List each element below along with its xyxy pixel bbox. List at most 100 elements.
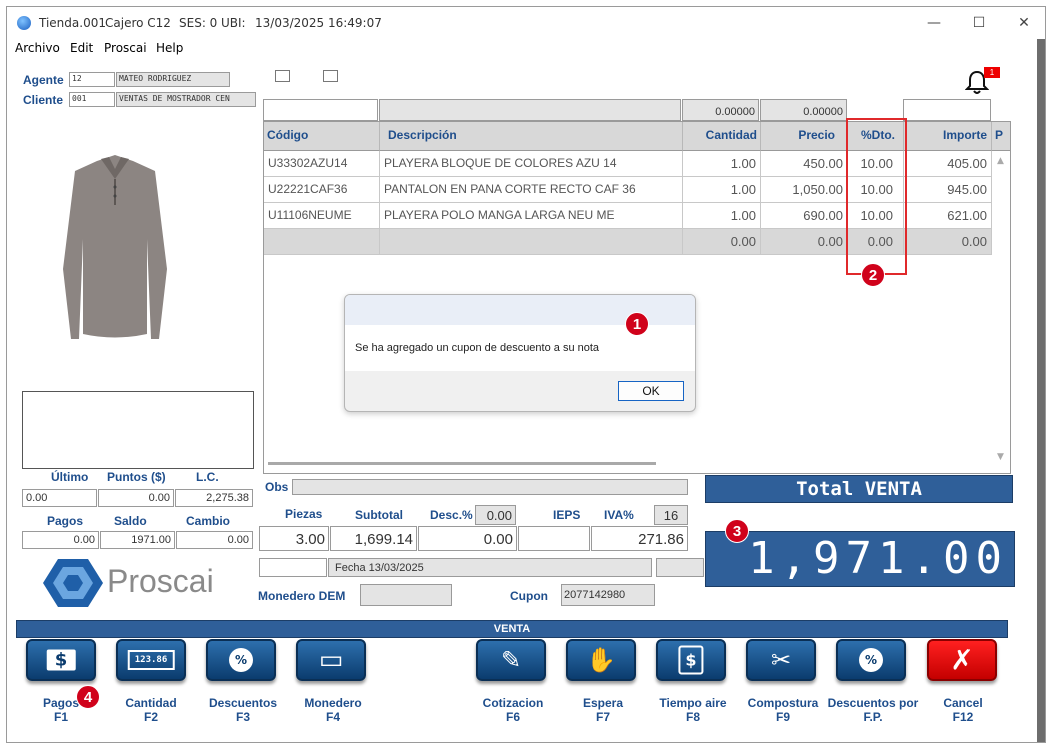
- row3-amount[interactable]: 621.00: [904, 203, 992, 229]
- cancel-label-f12[interactable]: Cancel F12: [913, 696, 1013, 724]
- menu-archivo[interactable]: Archivo: [15, 41, 60, 55]
- grid-horizontal-scrollbar[interactable]: [268, 462, 656, 465]
- row3-code[interactable]: U11106NEUME: [264, 203, 380, 229]
- espera-key: F7: [595, 710, 610, 724]
- row1-price[interactable]: 450.00: [761, 151, 848, 177]
- fecha-extra-field: [656, 558, 704, 577]
- iva-label: IVA%: [604, 508, 634, 522]
- cantidad-key: F2: [143, 710, 158, 724]
- descuentos-fp-label[interactable]: Descuentos por F.P.: [823, 696, 923, 724]
- annotation-badge-3: 3: [725, 519, 749, 543]
- subtotal-value: 1,699.14: [330, 526, 417, 551]
- monedero-button[interactable]: ▭: [296, 639, 366, 681]
- col-codigo[interactable]: Código: [264, 122, 380, 151]
- tiempo-aire-button[interactable]: $: [656, 639, 726, 681]
- cotizacion-button[interactable]: ✎: [476, 639, 546, 681]
- close-icon[interactable]: ✕: [1006, 12, 1042, 34]
- cantidad-label-f2[interactable]: Cantidad F2: [101, 696, 201, 724]
- col-precio[interactable]: Precio: [761, 122, 848, 151]
- new-row-code[interactable]: [264, 229, 380, 255]
- minimize-icon[interactable]: —: [916, 12, 952, 34]
- price-total-field: 0.00000: [760, 99, 847, 121]
- option-checkbox-2[interactable]: [323, 70, 338, 82]
- filter-code-field[interactable]: [263, 99, 378, 121]
- proscai-logo-icon: [43, 557, 103, 609]
- customer-info-box: [22, 391, 254, 469]
- window-scrollbar[interactable]: [1037, 39, 1045, 742]
- annotation-badge-2: 2: [861, 263, 885, 287]
- obs-field[interactable]: [292, 479, 688, 495]
- menu-bar: Archivo Edit Proscai Help: [7, 39, 1037, 59]
- compostura-name: Compostura: [747, 696, 819, 710]
- descuentos-label-f3[interactable]: Descuentos F3: [193, 696, 293, 724]
- compostura-button[interactable]: ✂: [746, 639, 816, 681]
- tiempo-aire-label-f8[interactable]: Tiempo aire F8: [643, 696, 743, 724]
- row3-qty[interactable]: 1.00: [683, 203, 761, 229]
- row2-qty[interactable]: 1.00: [683, 177, 761, 203]
- row3-price[interactable]: 690.00: [761, 203, 848, 229]
- col-p[interactable]: P: [992, 122, 1010, 151]
- new-row-amount[interactable]: 0.00: [904, 229, 992, 255]
- discount-column-highlight: [846, 118, 907, 275]
- coupon-message-dialog: Se ha agregado un cupon de descuento a s…: [344, 294, 696, 412]
- cancel-button[interactable]: ✗: [927, 639, 997, 681]
- compostura-label-f9[interactable]: Compostura F9: [733, 696, 833, 724]
- desc-pct-field[interactable]: 0.00: [475, 505, 516, 525]
- client-code-field[interactable]: 001: [69, 92, 115, 107]
- new-row-desc[interactable]: [380, 229, 683, 255]
- grid-vertical-scrollbar[interactable]: ▲ ▼: [995, 156, 1009, 466]
- cantidad-name: Cantidad: [125, 696, 177, 710]
- scissors-icon: ✂: [770, 646, 792, 674]
- row1-qty[interactable]: 1.00: [683, 151, 761, 177]
- dialog-ok-button[interactable]: OK: [618, 381, 684, 401]
- lc-label: L.C.: [196, 470, 219, 484]
- row1-amount[interactable]: 405.00: [904, 151, 992, 177]
- monedero-field[interactable]: [360, 584, 452, 606]
- iva-amount-value: 271.86: [591, 526, 688, 551]
- agent-code-field[interactable]: 12: [69, 72, 115, 87]
- client-label: Cliente: [23, 93, 64, 107]
- col-importe[interactable]: Importe: [904, 122, 992, 151]
- descuentos-fp-button[interactable]: %: [836, 639, 906, 681]
- menu-edit[interactable]: Edit: [70, 41, 93, 55]
- row1-code[interactable]: U33302AZU14: [264, 151, 380, 177]
- new-row-qty[interactable]: 0.00: [683, 229, 761, 255]
- row1-desc[interactable]: PLAYERA BLOQUE DE COLORES AZU 14: [380, 151, 683, 177]
- option-checkbox-1[interactable]: [275, 70, 290, 82]
- maximize-icon[interactable]: ☐: [961, 12, 997, 34]
- calculator-icon: 123.86: [127, 650, 175, 670]
- row2-desc[interactable]: PANTALON EN PANA CORTE RECTO CAF 36: [380, 177, 683, 203]
- notification-bell-icon[interactable]: 1: [964, 67, 1000, 95]
- store-title: Tienda.001: [39, 16, 106, 30]
- saldo-label: Saldo: [114, 514, 147, 528]
- datetime-title: 13/03/2025 16:49:07: [255, 16, 382, 30]
- cotizacion-label-f6[interactable]: Cotizacion F6: [463, 696, 563, 724]
- col-descripcion[interactable]: Descripción: [380, 122, 683, 151]
- descuentos-button[interactable]: %: [206, 639, 276, 681]
- cancel-key: F12: [952, 710, 974, 724]
- col-cantidad[interactable]: Cantidad: [683, 122, 761, 151]
- espera-button[interactable]: ✋: [566, 639, 636, 681]
- pagos-button[interactable]: $: [26, 639, 96, 681]
- row2-price[interactable]: 1,050.00: [761, 177, 848, 203]
- monedero-label-f4[interactable]: Monedero F4: [283, 696, 383, 724]
- cantidad-button[interactable]: 123.86: [116, 639, 186, 681]
- new-row-price[interactable]: 0.00: [761, 229, 848, 255]
- monedero-key: F4: [325, 710, 340, 724]
- notification-count: 1: [984, 67, 1000, 78]
- annotation-badge-4: 4: [76, 685, 100, 709]
- cancel-x-icon: ✗: [950, 643, 974, 677]
- row2-code[interactable]: U22221CAF36: [264, 177, 380, 203]
- menu-help[interactable]: Help: [156, 41, 183, 55]
- wallet-icon: ▭: [318, 645, 344, 675]
- row2-amount[interactable]: 945.00: [904, 177, 992, 203]
- agent-label: Agente: [23, 73, 64, 87]
- scroll-down-icon[interactable]: ▼: [997, 452, 1004, 462]
- menu-proscai[interactable]: Proscai: [104, 41, 147, 55]
- importe-total-field: [903, 99, 991, 121]
- cupon-field[interactable]: 2077142980: [561, 584, 655, 606]
- cotizacion-name: Cotizacion: [482, 696, 544, 710]
- espera-label-f7[interactable]: Espera F7: [553, 696, 653, 724]
- scroll-up-icon[interactable]: ▲: [997, 156, 1004, 166]
- row3-desc[interactable]: PLAYERA POLO MANGA LARGA NEU ME: [380, 203, 683, 229]
